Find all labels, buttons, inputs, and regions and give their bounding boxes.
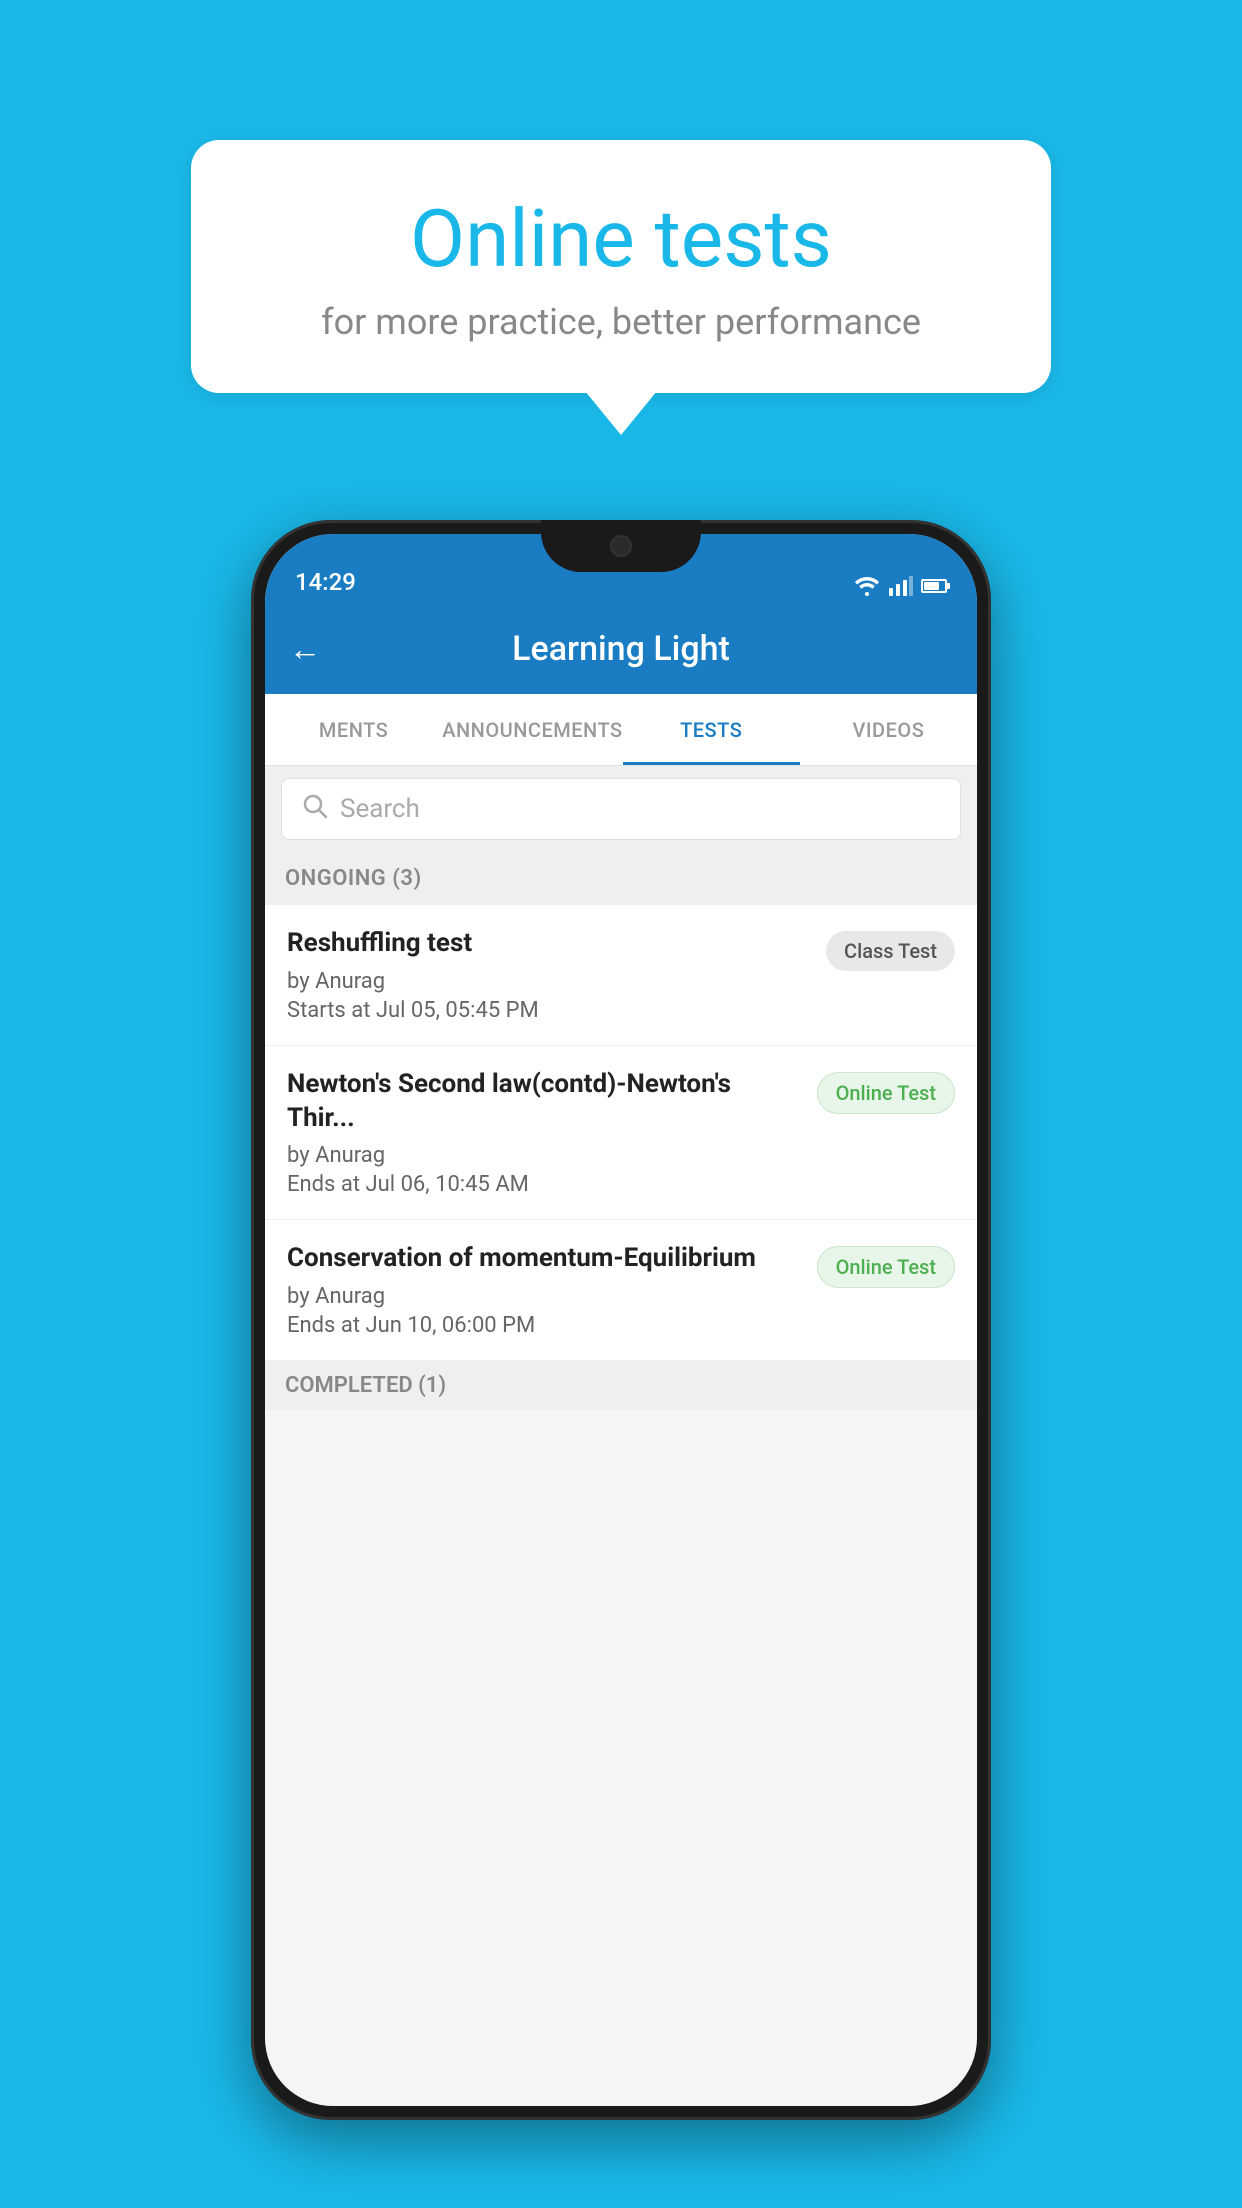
test-info: Reshuffling test by Anurag Starts at Jul… xyxy=(287,927,826,1023)
app-title: Learning Light xyxy=(341,629,953,669)
test-author: by Anurag xyxy=(287,969,810,994)
status-icons xyxy=(853,576,947,596)
phone-outer: 14:29 xyxy=(251,520,991,2120)
test-name: Newton's Second law(contd)-Newton's Thir… xyxy=(287,1068,801,1136)
test-info: Conservation of momentum-Equilibrium by … xyxy=(287,1242,817,1338)
test-author: by Anurag xyxy=(287,1284,801,1309)
test-item[interactable]: Conservation of momentum-Equilibrium by … xyxy=(265,1220,977,1361)
test-date: Starts at Jul 05, 05:45 PM xyxy=(287,998,810,1023)
wifi-icon xyxy=(853,576,881,596)
ongoing-section-header: ONGOING (3) xyxy=(265,852,977,905)
search-placeholder: Search xyxy=(340,794,420,824)
test-badge-class: Class Test xyxy=(826,931,955,971)
test-item[interactable]: Reshuffling test by Anurag Starts at Jul… xyxy=(265,905,977,1046)
search-icon xyxy=(302,793,328,826)
tabs-container: MENTS ANNOUNCEMENTS TESTS VIDEOS xyxy=(265,694,977,766)
speech-bubble: Online tests for more practice, better p… xyxy=(191,140,1051,393)
phone-mockup: 14:29 xyxy=(251,520,991,2120)
search-container: Search xyxy=(265,766,977,852)
test-info: Newton's Second law(contd)-Newton's Thir… xyxy=(287,1068,817,1198)
test-author: by Anurag xyxy=(287,1143,801,1168)
search-bar[interactable]: Search xyxy=(281,778,961,840)
signal-icon xyxy=(889,576,913,596)
tab-assignments[interactable]: MENTS xyxy=(265,694,442,765)
bubble-subtitle: for more practice, better performance xyxy=(251,301,991,343)
tab-videos[interactable]: VIDEOS xyxy=(800,694,977,765)
test-date: Ends at Jul 06, 10:45 AM xyxy=(287,1172,801,1197)
test-badge-online: Online Test xyxy=(817,1246,955,1288)
phone-screen: 14:29 xyxy=(265,534,977,2106)
test-name: Reshuffling test xyxy=(287,927,810,961)
battery-icon xyxy=(921,579,947,593)
test-date: Ends at Jun 10, 06:00 PM xyxy=(287,1313,801,1338)
back-button[interactable]: ← xyxy=(289,630,321,668)
test-badge-online: Online Test xyxy=(817,1072,955,1114)
test-item[interactable]: Newton's Second law(contd)-Newton's Thir… xyxy=(265,1046,977,1221)
completed-section-title: COMPLETED (1) xyxy=(285,1373,446,1398)
speech-bubble-container: Online tests for more practice, better p… xyxy=(191,140,1051,393)
test-name: Conservation of momentum-Equilibrium xyxy=(287,1242,801,1276)
phone-notch xyxy=(541,520,701,572)
status-time: 14:29 xyxy=(295,568,356,596)
tab-announcements[interactable]: ANNOUNCEMENTS xyxy=(442,694,622,765)
app-header: ← Learning Light xyxy=(265,604,977,694)
completed-section-header: COMPLETED (1) xyxy=(265,1361,977,1410)
ongoing-section-title: ONGOING (3) xyxy=(285,866,422,891)
front-camera xyxy=(610,535,632,557)
tab-tests[interactable]: TESTS xyxy=(623,694,800,765)
bubble-title: Online tests xyxy=(251,195,991,283)
